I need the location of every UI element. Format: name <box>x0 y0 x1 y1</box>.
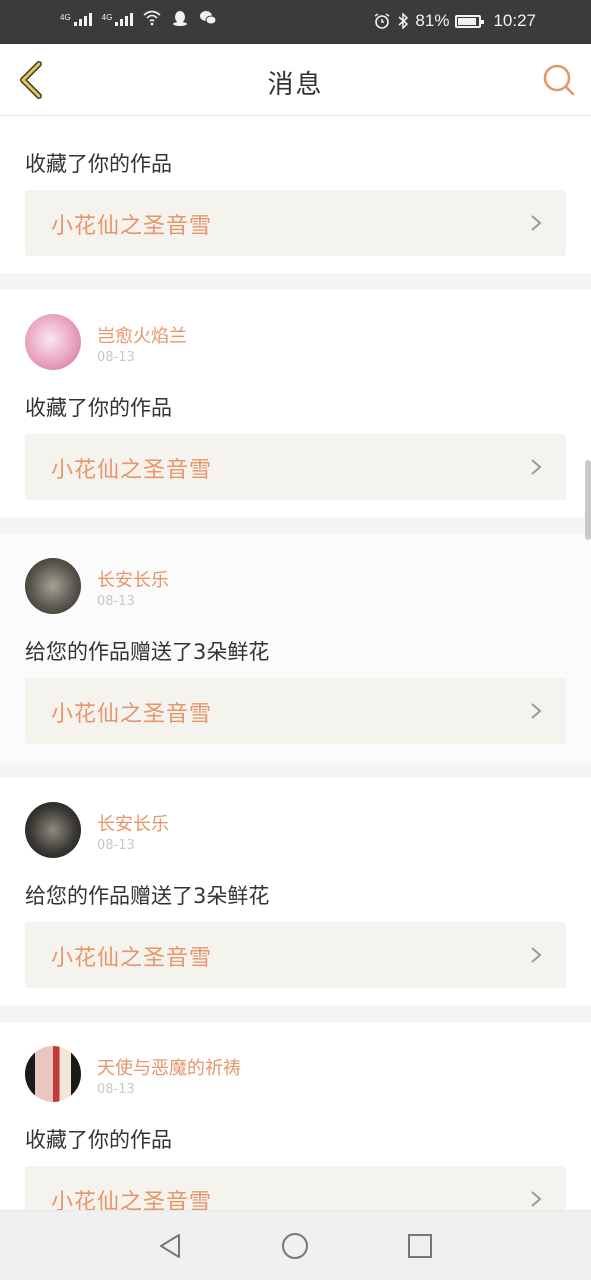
user-avatar[interactable] <box>25 1046 81 1102</box>
user-avatar[interactable] <box>25 314 81 370</box>
user-name[interactable]: 天使与恶魔的祈祷 <box>97 1054 241 1080</box>
clock: 10:27 <box>493 11 536 30</box>
chevron-right-icon <box>531 703 542 719</box>
search-icon <box>543 64 575 96</box>
work-title: 小花仙之圣音雪 <box>51 702 213 727</box>
back-triangle-icon[interactable] <box>155 1231 185 1261</box>
work-link[interactable]: 小花仙之圣音雪 <box>25 922 566 988</box>
signal-icon: 4G <box>102 13 134 26</box>
work-link[interactable]: 小花仙之圣音雪 <box>25 434 566 500</box>
message-card: 岂愈火焰兰 08-13 收藏了你的作品 小花仙之圣音雪 <box>0 290 591 517</box>
scrollbar[interactable] <box>585 460 591 540</box>
chevron-right-icon <box>531 215 542 231</box>
work-link[interactable]: 小花仙之圣音雪 <box>25 190 566 256</box>
message-action: 收藏了你的作品 <box>25 1128 172 1152</box>
chevron-right-icon <box>531 459 542 475</box>
user-name[interactable]: 长安长乐 <box>97 810 169 836</box>
system-nav-bar <box>0 1210 591 1280</box>
search-button[interactable] <box>541 62 577 98</box>
home-circle-icon[interactable] <box>280 1231 310 1261</box>
recents-square-icon[interactable] <box>405 1231 435 1261</box>
qq-icon <box>173 11 188 26</box>
chevron-right-icon <box>531 1191 542 1207</box>
message-card: 长安长乐 08-13 给您的作品赠送了3朵鲜花 小花仙之圣音雪 <box>0 534 591 761</box>
work-title: 小花仙之圣音雪 <box>51 458 213 483</box>
user-avatar[interactable] <box>25 802 81 858</box>
work-link[interactable]: 小花仙之圣音雪 <box>25 678 566 744</box>
chevron-right-icon <box>531 947 542 963</box>
bluetooth-icon <box>398 13 409 29</box>
app-header: 消息 <box>0 44 591 116</box>
message-card: 天使与恶魔的祈祷 08-13 收藏了你的作品 小花仙之圣音雪 <box>0 1022 591 1210</box>
work-title: 小花仙之圣音雪 <box>51 1190 213 1210</box>
message-list[interactable]: 08-13 收藏了你的作品 小花仙之圣音雪 岂愈火焰兰 08-13 收藏了你的作… <box>0 116 591 1210</box>
message-card: 长安长乐 08-13 给您的作品赠送了3朵鲜花 小花仙之圣音雪 <box>0 778 591 1005</box>
work-link[interactable]: 小花仙之圣音雪 <box>25 1166 566 1210</box>
wechat-icon <box>200 11 217 25</box>
page-title: 消息 <box>267 70 324 100</box>
message-action: 收藏了你的作品 <box>25 396 172 420</box>
message-date: 08-13 <box>97 594 135 609</box>
message-date: 08-13 <box>97 838 135 853</box>
user-avatar[interactable] <box>25 558 81 614</box>
message-action: 给您的作品赠送了3朵鲜花 <box>25 640 270 664</box>
message-date: 08-13 <box>97 1082 135 1097</box>
message-action: 给您的作品赠送了3朵鲜花 <box>25 884 270 908</box>
alarm-icon <box>375 13 390 29</box>
status-bar: 4G 4G 81% 10:27 <box>0 0 591 44</box>
work-title: 小花仙之圣音雪 <box>51 946 213 971</box>
message-action: 收藏了你的作品 <box>25 152 172 176</box>
wifi-icon <box>143 10 161 26</box>
message-card: 08-13 收藏了你的作品 小花仙之圣音雪 <box>0 116 591 273</box>
battery-icon <box>455 14 485 28</box>
work-title: 小花仙之圣音雪 <box>51 214 213 239</box>
user-name[interactable]: 长安长乐 <box>97 566 169 592</box>
signal-icon: 4G <box>60 13 92 26</box>
battery-percent: 81% <box>415 11 450 30</box>
message-date: 08-13 <box>97 350 135 365</box>
user-name[interactable]: 岂愈火焰兰 <box>97 322 187 348</box>
